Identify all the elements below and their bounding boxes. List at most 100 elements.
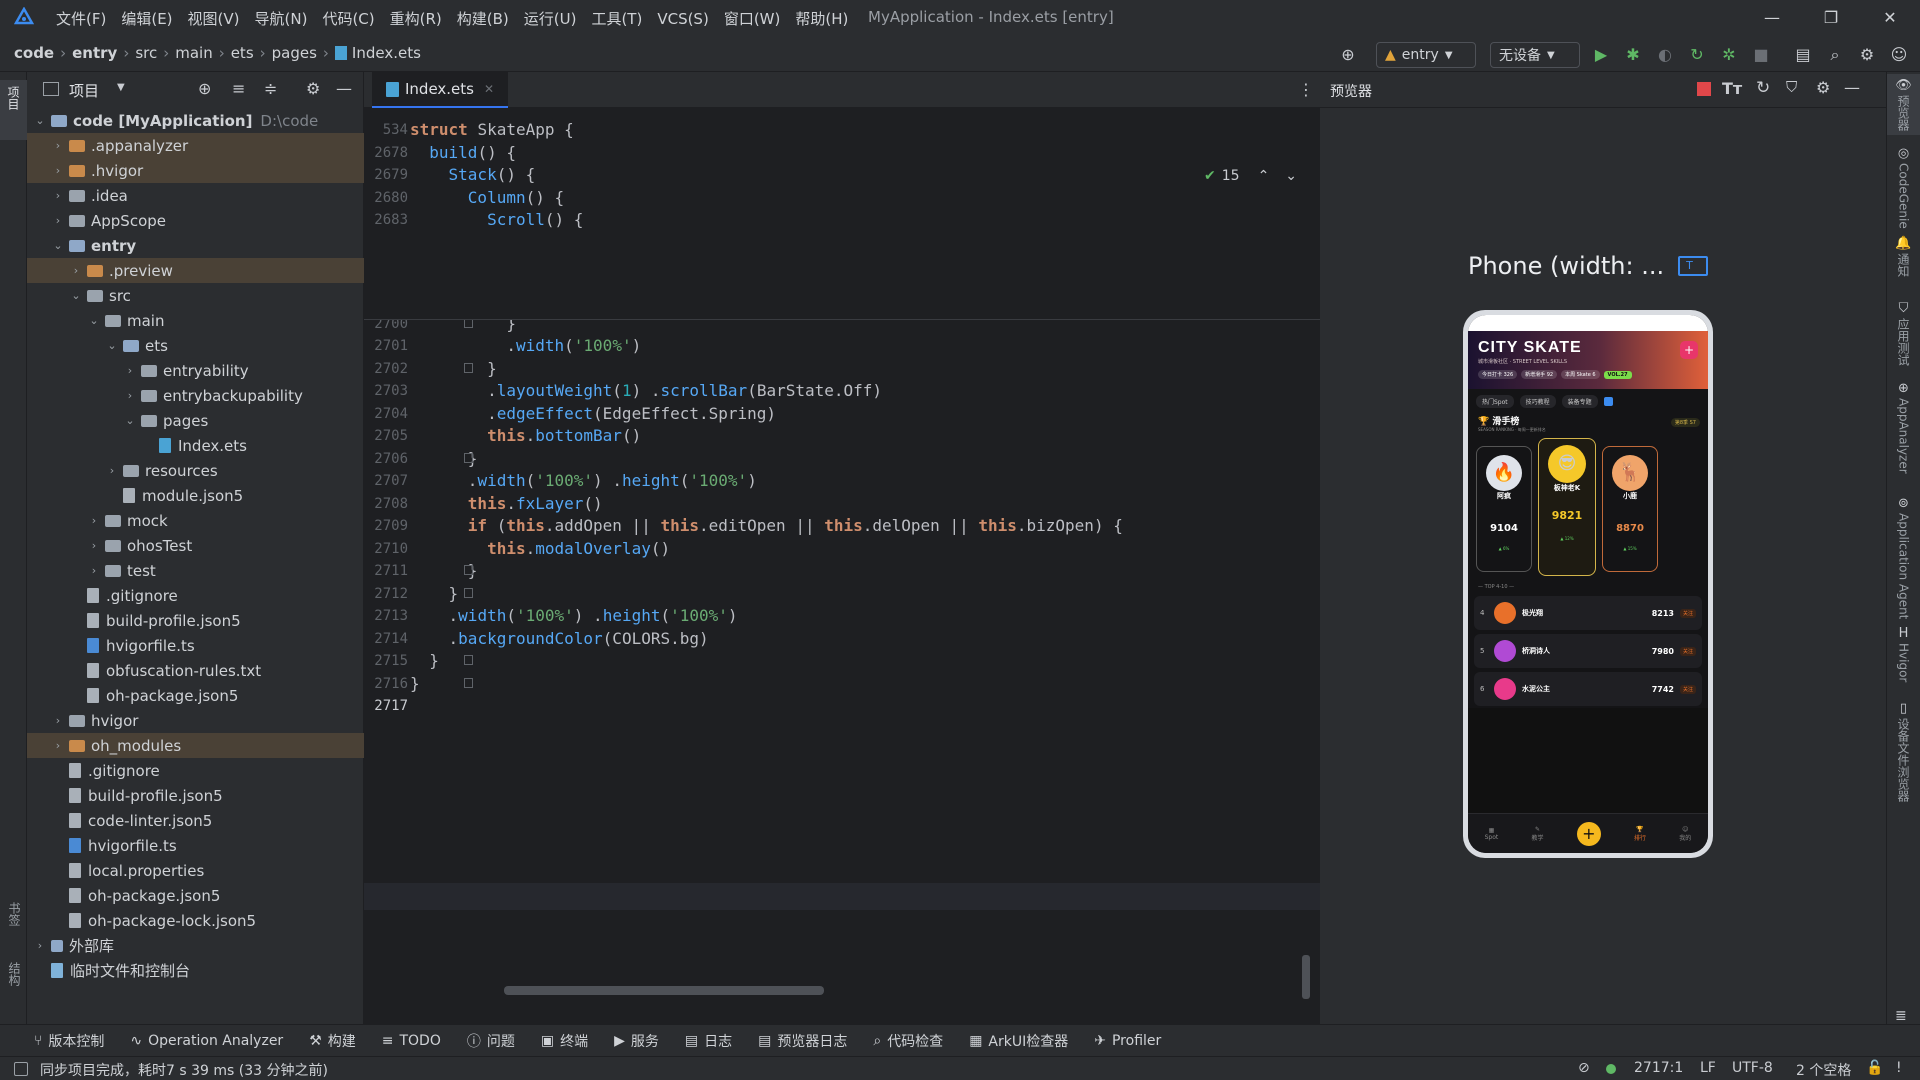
tree-item[interactable]: 临时文件和控制台 <box>27 958 364 983</box>
tree-item[interactable]: › oh_modules <box>27 733 364 758</box>
tree-item[interactable]: › entrybackupability <box>27 383 364 408</box>
rank-row[interactable]: 4 极光翔 8213 关注 <box>1474 596 1702 630</box>
breadcrumb-item[interactable]: main <box>175 44 212 62</box>
tool-window-button[interactable]: ∿ Operation Analyzer <box>130 1033 283 1049</box>
chevron-right-icon[interactable]: › <box>51 214 65 227</box>
tool-window-button[interactable]: ▤ 预览器日志 <box>758 1031 847 1051</box>
inspect-icon[interactable]: ⛉ <box>1786 78 1797 96</box>
follow-button[interactable]: 关注 <box>1679 608 1696 618</box>
menu-item[interactable]: 编辑(E) <box>121 8 172 29</box>
search-icon[interactable]: ⌕ <box>1824 44 1846 66</box>
breadcrumb-item[interactable]: pages <box>272 44 317 62</box>
breadcrumb-item[interactable]: ets <box>231 44 254 62</box>
fold-marker-icon[interactable] <box>464 565 473 575</box>
tree-item[interactable]: › hvigor <box>27 708 364 733</box>
menu-item[interactable]: 导航(N) <box>255 8 308 29</box>
menu-item[interactable]: 构建(B) <box>457 8 509 29</box>
rank-row[interactable]: 5 桥洞诗人 7980 关注 <box>1474 634 1702 668</box>
sticky-code-line[interactable]: Column() { <box>410 188 564 207</box>
tree-item[interactable]: hvigorfile.ts <box>27 633 364 658</box>
close-tab-icon[interactable]: ✕ <box>484 82 494 96</box>
app-tab[interactable]: 技巧教程 <box>1519 395 1556 408</box>
tool-window-button[interactable]: ⑂ 版本控制 <box>34 1031 104 1051</box>
sticky-code-line[interactable]: build() { <box>410 143 516 162</box>
inspection-widget[interactable]: ✔ 15 ⌃ ⌄ <box>1204 168 1297 184</box>
tree-item[interactable]: local.properties <box>27 858 364 883</box>
menu-item[interactable]: 工具(T) <box>591 8 642 29</box>
notifications-tool-button[interactable]: 🔔 通知 <box>1887 232 1920 281</box>
fold-marker-icon[interactable] <box>464 677 473 688</box>
chevron-right-icon[interactable]: › <box>51 164 65 177</box>
expand-all-icon[interactable]: ≡ <box>232 79 245 98</box>
tab-index-ets[interactable]: Index.ets ✕ <box>372 72 509 108</box>
tree-item[interactable]: › .appanalyzer <box>27 133 364 158</box>
follow-button[interactable]: 关注 <box>1679 684 1696 694</box>
tree-item[interactable]: ⌄ ets <box>27 333 364 358</box>
tree-item[interactable]: ⌄ src <box>27 283 364 308</box>
device-file-browser-tool-button[interactable]: ▯ 设备文件浏览器 <box>1887 697 1920 806</box>
chevron-down-icon[interactable]: ⌄ <box>87 314 101 327</box>
vertical-scrollbar[interactable] <box>1302 955 1310 999</box>
tree-item[interactable]: › resources <box>27 458 364 483</box>
reload-icon[interactable]: ↻ <box>1686 44 1708 66</box>
sticky-code-line[interactable]: struct SkateApp { <box>410 120 574 139</box>
application-agent-tool-button[interactable]: ⊚ Application Agent <box>1887 492 1920 623</box>
chevron-down-icon[interactable]: ⌄ <box>33 114 47 127</box>
tree-item[interactable]: build-profile.json5 <box>27 608 364 633</box>
chevron-down-icon[interactable]: ▼ <box>117 82 125 93</box>
menu-item[interactable]: VCS(S) <box>657 10 708 28</box>
no-sync-icon[interactable]: ⊘ <box>1578 1060 1590 1076</box>
menu-item[interactable]: 窗口(W) <box>724 8 781 29</box>
chevron-down-icon[interactable]: ⌄ <box>123 414 137 427</box>
calendar-icon[interactable] <box>1603 397 1613 406</box>
tree-item[interactable]: ⌄ entry <box>27 233 364 258</box>
chevron-right-icon[interactable]: › <box>87 539 101 552</box>
fold-marker-icon[interactable] <box>464 587 473 598</box>
line-separator[interactable]: LF <box>1700 1060 1716 1076</box>
tree-item[interactable]: module.json5 <box>27 483 364 508</box>
nav-spot[interactable]: ▦ Spot <box>1485 827 1499 841</box>
nav-learn[interactable]: ✎ 教学 <box>1532 826 1544 842</box>
project-panel-title[interactable]: 项目 <box>69 80 99 101</box>
hide-panel-icon[interactable]: — <box>336 79 352 98</box>
tree-item[interactable]: .gitignore <box>27 758 364 783</box>
chevron-right-icon[interactable]: › <box>87 564 101 577</box>
sticky-code-line[interactable]: Scroll() { <box>410 210 583 229</box>
more-options-icon[interactable]: ⋮ <box>1298 80 1314 99</box>
breadcrumb-item[interactable]: entry <box>72 44 117 62</box>
fold-marker-icon[interactable] <box>464 362 473 373</box>
tree-item[interactable]: hvigorfile.ts <box>27 833 364 858</box>
chevron-right-icon[interactable]: › <box>123 364 137 377</box>
tree-item[interactable]: › test <box>27 558 364 583</box>
tree-item[interactable]: oh-package.json5 <box>27 883 364 908</box>
tool-window-button[interactable]: ▶ 服务 <box>614 1031 659 1051</box>
chevron-right-icon[interactable]: › <box>87 514 101 527</box>
tree-item[interactable]: › AppScope <box>27 208 364 233</box>
chevron-right-icon[interactable]: › <box>105 464 119 477</box>
appanalyzer-tool-button[interactable]: ⊕ AppAnalyzer <box>1887 377 1920 478</box>
collapse-all-icon[interactable]: ≑ <box>264 79 277 98</box>
profile-icon[interactable]: ◐ <box>1654 44 1676 66</box>
caret-position[interactable]: 2717:1 <box>1634 1060 1683 1076</box>
follow-button[interactable]: 关注 <box>1679 646 1696 656</box>
fold-marker-icon[interactable] <box>464 452 473 463</box>
chevron-down-icon[interactable]: ⌄ <box>105 339 119 352</box>
previewer-tool-button[interactable]: 👁 预览器 <box>1887 74 1920 135</box>
close-button[interactable]: ✕ <box>1875 4 1905 32</box>
tool-window-button[interactable]: ✈ Profiler <box>1094 1033 1161 1049</box>
hide-panel-icon[interactable]: — <box>1844 78 1860 97</box>
tree-item[interactable]: oh-package-lock.json5 <box>27 908 364 933</box>
tree-item[interactable]: ⌄ main <box>27 308 364 333</box>
rank-row[interactable]: 6 水泥公主 7742 关注 <box>1474 672 1702 706</box>
chevron-down-icon[interactable]: ⌄ <box>1285 168 1297 184</box>
tree-item[interactable]: › entryability <box>27 358 364 383</box>
device-config-icon[interactable]: T <box>1678 256 1709 276</box>
horizontal-scrollbar[interactable] <box>504 986 824 995</box>
tool-window-button[interactable]: ⓘ 问题 <box>467 1031 515 1051</box>
codegenie-tool-button[interactable]: ◎ CodeGenie <box>1887 142 1920 233</box>
indent-setting[interactable]: 2 个空格 <box>1796 1060 1851 1080</box>
database-icon[interactable]: ≣ <box>1895 1008 1907 1024</box>
project-tool-button[interactable]: 项目 <box>0 80 27 140</box>
podium-card-3[interactable]: 🦌 小鹿 8870 ▲ 15% <box>1602 446 1658 572</box>
nav-mine[interactable]: ☺ 我的 <box>1679 826 1691 842</box>
